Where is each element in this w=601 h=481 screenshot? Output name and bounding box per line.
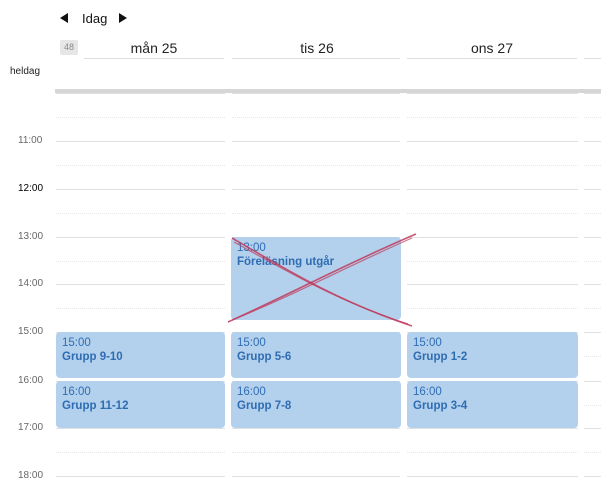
half-hour-line xyxy=(407,165,578,166)
half-hour-line xyxy=(56,261,225,262)
day-header-mon[interactable]: mån 25 xyxy=(84,40,224,56)
hour-line xyxy=(56,428,225,429)
hour-line xyxy=(232,93,400,94)
hour-line xyxy=(232,476,400,477)
half-hour-line xyxy=(407,213,578,214)
hour-line xyxy=(407,284,578,285)
half-hour-line xyxy=(56,117,225,118)
half-hour-line xyxy=(232,452,400,453)
hour-line xyxy=(56,237,225,238)
half-hour-line xyxy=(232,165,400,166)
half-hour-line xyxy=(56,213,225,214)
half-hour-line xyxy=(407,261,578,262)
hour-line xyxy=(584,381,601,382)
hour-line xyxy=(407,237,578,238)
hour-line xyxy=(232,428,400,429)
time-label: 11:00 xyxy=(18,135,43,146)
divider xyxy=(584,58,601,59)
half-hour-line xyxy=(407,452,578,453)
hour-line xyxy=(56,93,225,94)
hour-line xyxy=(407,93,578,94)
previous-arrow-icon[interactable] xyxy=(60,13,68,23)
day-header-wed[interactable]: ons 27 xyxy=(407,40,577,56)
all-day-label: heldag xyxy=(10,66,41,77)
time-label: 13:00 xyxy=(18,231,44,242)
event-time: 16:00 xyxy=(413,386,442,398)
half-hour-line xyxy=(232,117,400,118)
half-hour-line xyxy=(584,213,601,214)
divider xyxy=(407,58,577,59)
event-time: 15:00 xyxy=(237,337,266,349)
hour-line xyxy=(56,284,225,285)
event-title: Grupp 7-8 xyxy=(237,400,292,412)
half-hour-line xyxy=(584,356,601,357)
time-label: 16:00 xyxy=(18,375,44,386)
divider xyxy=(232,58,400,59)
day-header-tue[interactable]: tis 26 xyxy=(232,40,402,56)
half-hour-line xyxy=(584,261,601,262)
hour-line xyxy=(56,189,225,190)
hour-line xyxy=(232,141,400,142)
half-hour-line xyxy=(584,452,601,453)
hour-line xyxy=(56,141,225,142)
half-hour-line xyxy=(584,117,601,118)
event-title: Grupp 5-6 xyxy=(237,351,292,363)
hour-line xyxy=(584,237,601,238)
event-group-1-2[interactable]: 15:00 Grupp 1-2 xyxy=(407,332,578,378)
date-navigation: Idag xyxy=(60,8,128,28)
event-time: 15:00 xyxy=(62,337,91,349)
half-hour-line xyxy=(584,308,601,309)
half-hour-line xyxy=(407,117,578,118)
half-hour-line xyxy=(56,308,225,309)
event-time: 15:00 xyxy=(413,337,442,349)
time-label: 17:00 xyxy=(18,422,44,433)
hour-line xyxy=(56,476,225,477)
today-button[interactable]: Idag xyxy=(82,11,107,26)
week-number-badge: 48 xyxy=(60,40,78,55)
hour-line xyxy=(584,141,601,142)
event-title: Grupp 1-2 xyxy=(413,351,468,363)
half-hour-line xyxy=(56,452,225,453)
event-group-3-4[interactable]: 16:00 Grupp 3-4 xyxy=(407,381,578,428)
half-hour-line xyxy=(407,308,578,309)
event-title: Grupp 11-12 xyxy=(62,400,129,412)
divider xyxy=(84,58,224,59)
half-hour-line xyxy=(584,405,601,406)
event-time: 16:00 xyxy=(237,386,266,398)
hour-line xyxy=(584,332,601,333)
cancelled-x-mark-icon xyxy=(227,233,417,327)
time-label: 15:00 xyxy=(18,326,44,337)
hour-line xyxy=(407,476,578,477)
half-hour-line xyxy=(56,165,225,166)
time-label: 14:00 xyxy=(18,278,44,289)
event-group-9-10[interactable]: 15:00 Grupp 9-10 xyxy=(56,332,225,378)
event-group-5-6[interactable]: 15:00 Grupp 5-6 xyxy=(231,332,401,378)
hour-line xyxy=(584,93,601,94)
hour-line xyxy=(584,189,601,190)
event-group-11-12[interactable]: 16:00 Grupp 11-12 xyxy=(56,381,225,428)
hour-line xyxy=(584,428,601,429)
event-group-7-8[interactable]: 16:00 Grupp 7-8 xyxy=(231,381,401,428)
hour-line xyxy=(407,141,578,142)
time-label: 18:00 xyxy=(18,470,44,481)
hour-line xyxy=(584,476,601,477)
event-title: Grupp 3-4 xyxy=(413,400,468,412)
half-hour-line xyxy=(232,213,400,214)
hour-line xyxy=(584,284,601,285)
hour-line xyxy=(407,428,578,429)
event-title: Grupp 9-10 xyxy=(62,351,123,363)
time-label-current: 12:00 xyxy=(18,183,44,194)
hour-line xyxy=(232,189,400,190)
next-arrow-icon[interactable] xyxy=(119,13,128,23)
event-time: 16:00 xyxy=(62,386,91,398)
hour-line xyxy=(407,189,578,190)
half-hour-line xyxy=(584,165,601,166)
